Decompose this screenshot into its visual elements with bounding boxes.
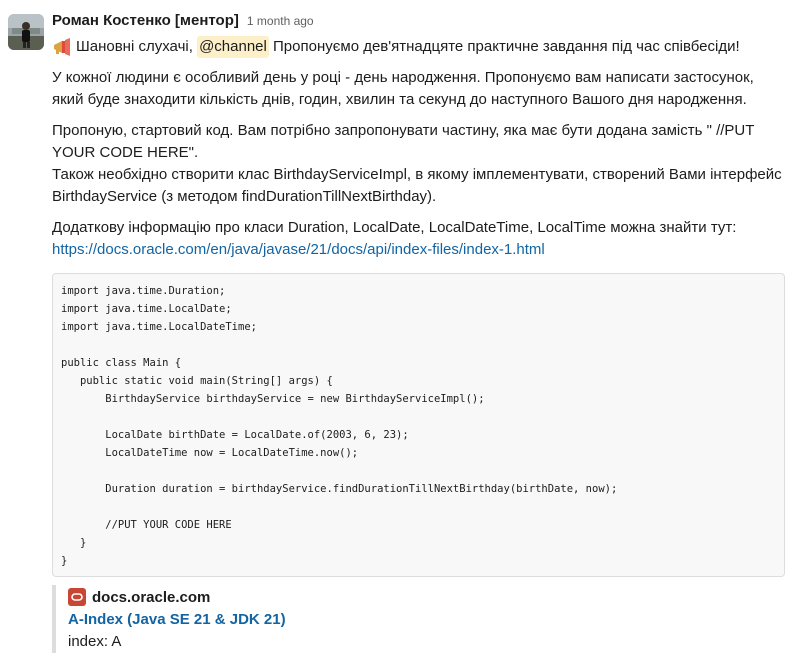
code-line: import java.time.LocalDateTime; xyxy=(61,321,257,333)
link-unfurl: docs.oracle.com A-Index (Java SE 21 & JD… xyxy=(52,585,787,653)
channel-mention[interactable]: @channel xyxy=(197,36,269,58)
unfurl-site: docs.oracle.com xyxy=(68,585,787,609)
author-name[interactable]: Роман Костенко [ментор] xyxy=(52,12,239,29)
unfurl-site-name: docs.oracle.com xyxy=(92,588,211,606)
code-line: import java.time.LocalDate; xyxy=(61,303,232,315)
paragraph-info: Додаткову інформацію про класи Duration,… xyxy=(52,217,787,261)
code-line: } xyxy=(61,537,87,549)
paragraph-line: YOUR CODE HERE". xyxy=(52,144,199,161)
timestamp[interactable]: 1 month ago xyxy=(247,14,314,28)
paragraph-birthday: У кожної людини є особливий день у році … xyxy=(52,67,787,111)
message-header: Роман Костенко [ментор] 1 month ago xyxy=(52,12,787,34)
paragraph-line: Пропоную, стартовий код. Вам потрібно за… xyxy=(52,122,755,139)
paragraph-line: Також необхідно створити клас BirthdaySe… xyxy=(52,166,782,183)
unfurl-title-link[interactable]: A-Index (Java SE 21 & JDK 21) xyxy=(68,609,787,631)
code-line: public static void main(String[] args) { xyxy=(61,375,333,387)
docs-link[interactable]: https://docs.oracle.com/en/java/javase/2… xyxy=(52,241,545,258)
paragraph-line: який буде знаходити кількість днів, годи… xyxy=(52,91,747,108)
code-line: //PUT YOUR CODE HERE xyxy=(61,519,232,531)
code-line: BirthdayService birthdayService = new Bi… xyxy=(61,393,485,405)
code-line: import java.time.Duration; xyxy=(61,285,226,297)
message: Роман Костенко [ментор] 1 month ago Шано… xyxy=(52,12,787,653)
code-line: } xyxy=(61,555,68,567)
paragraph-line: У кожної людини є особливий день у році … xyxy=(52,69,754,86)
intro-line: Шановні слухачі, @channel Пропонуємо дев… xyxy=(52,36,787,58)
paragraph-line: BirthdayService (з методом findDurationT… xyxy=(52,188,437,205)
code-block: import java.time.Duration; import java.t… xyxy=(52,273,785,577)
avatar-photo-icon xyxy=(8,14,44,50)
greeting-text: Шановні слухачі, xyxy=(76,38,193,55)
oracle-logo-icon xyxy=(68,588,86,606)
code-line: public class Main { xyxy=(61,357,182,369)
code-line: LocalDate birthDate = LocalDate.of(2003,… xyxy=(61,429,409,441)
unfurl-description: index: A xyxy=(68,633,122,650)
intro-text: Пропонуємо дев'ятнадцяте практичне завда… xyxy=(273,38,740,55)
avatar[interactable] xyxy=(8,14,44,50)
code-line: Duration duration = birthdayService.find… xyxy=(61,483,618,495)
paragraph-line: Додаткову інформацію про класи Duration,… xyxy=(52,219,737,236)
code-line: LocalDateTime now = LocalDateTime.now(); xyxy=(61,447,359,459)
megaphone-icon xyxy=(52,38,72,56)
paragraph-task: Пропоную, стартовий код. Вам потрібно за… xyxy=(52,120,787,208)
